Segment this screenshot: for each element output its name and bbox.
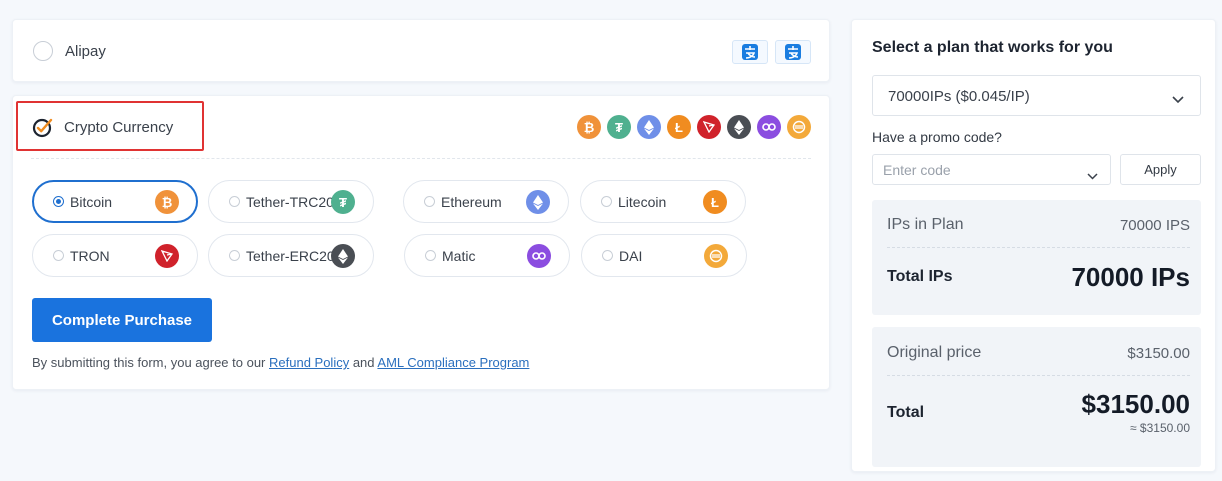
total-approx-value: ≈ $3150.00 xyxy=(1130,421,1190,435)
bitcoin-icon: ₿ xyxy=(155,190,179,214)
summary-divider xyxy=(887,375,1190,376)
ips-in-plan-label: IPs in Plan xyxy=(887,216,964,233)
promo-placeholder: Enter code xyxy=(883,162,951,178)
crypto-option-matic[interactable]: Matic xyxy=(404,234,570,277)
crypto-coin-icons: ₿ ₮ Ł xyxy=(577,115,811,139)
crypto-label: Crypto Currency xyxy=(64,119,174,136)
original-price-value: $3150.00 xyxy=(1127,345,1190,362)
dai-icon xyxy=(787,115,811,139)
litecoin-icon: Ł xyxy=(703,190,727,214)
tether-erc20-radio[interactable] xyxy=(229,250,240,261)
ethereum-icon xyxy=(637,115,661,139)
plan-select-value: 70000IPs ($0.045/IP) xyxy=(888,88,1030,105)
aml-compliance-link[interactable]: AML Compliance Program xyxy=(377,355,529,370)
apply-promo-button[interactable]: Apply xyxy=(1120,154,1201,185)
ethereum-icon xyxy=(526,190,550,214)
tron-radio[interactable] xyxy=(53,250,64,261)
tether-icon: ₮ xyxy=(607,115,631,139)
alipay-hk-icon xyxy=(775,40,811,64)
crypto-option-tron[interactable]: TRON xyxy=(32,234,198,277)
chevron-down-icon xyxy=(1172,91,1184,109)
terms-text: By submitting this form, you agree to ou… xyxy=(32,355,529,370)
alipay-option-card[interactable]: Alipay xyxy=(12,19,830,82)
crypto-option-dai[interactable]: DAI xyxy=(581,234,747,277)
option-label: Tether-ERC20 xyxy=(246,248,335,264)
ethereum-radio[interactable] xyxy=(424,196,435,207)
terms-prefix: By submitting this form, you agree to ou… xyxy=(32,355,269,370)
crypto-option-card: Crypto Currency ₿ ₮ Ł Bitcoin ₿ Tether-T… xyxy=(12,95,830,390)
crypto-option-litecoin[interactable]: Litecoin Ł xyxy=(580,180,746,223)
crypto-selected-check-icon[interactable] xyxy=(32,116,54,143)
ethereum-erc20-icon xyxy=(331,244,355,268)
crypto-divider xyxy=(31,158,811,159)
option-label: DAI xyxy=(619,248,643,264)
tron-icon xyxy=(697,115,721,139)
total-ips-value: 70000 IPs xyxy=(1071,262,1190,292)
option-label: Bitcoin xyxy=(70,194,113,210)
refund-policy-link[interactable]: Refund Policy xyxy=(269,355,349,370)
promo-code-input[interactable]: Enter code xyxy=(872,154,1111,185)
plan-select[interactable]: 70000IPs ($0.045/IP) xyxy=(872,75,1201,116)
original-price-label: Original price xyxy=(887,344,982,361)
option-label: Ethereum xyxy=(441,194,502,210)
option-label: Matic xyxy=(442,248,476,264)
ips-summary: IPs in Plan 70000 IPS Total IPs 70000 IP… xyxy=(872,200,1201,315)
bitcoin-icon: ₿ xyxy=(577,115,601,139)
tether-icon: ₮ xyxy=(331,190,355,214)
total-price-value: $3150.00 xyxy=(1081,389,1190,419)
crypto-option-tether-erc20[interactable]: Tether-ERC20 xyxy=(208,234,374,277)
chevron-down-icon xyxy=(1087,167,1098,185)
total-label: Total xyxy=(887,404,925,421)
dai-radio[interactable] xyxy=(602,250,613,261)
option-label: Litecoin xyxy=(618,194,667,210)
alipay-radio[interactable] xyxy=(33,41,53,61)
ethereum-erc20-icon xyxy=(727,115,751,139)
total-ips-label: Total IPs xyxy=(887,268,953,285)
alipay-label: Alipay xyxy=(65,43,106,60)
alipay-icon xyxy=(732,40,768,64)
dai-icon xyxy=(704,244,728,268)
litecoin-icon: Ł xyxy=(667,115,691,139)
plan-title: Select a plan that works for you xyxy=(872,39,1113,56)
matic-icon xyxy=(527,244,551,268)
tether-trc20-radio[interactable] xyxy=(229,196,240,207)
matic-radio[interactable] xyxy=(425,250,436,261)
crypto-option-ethereum[interactable]: Ethereum xyxy=(403,180,569,223)
litecoin-radio[interactable] xyxy=(601,196,612,207)
crypto-option-tether-trc20[interactable]: Tether-TRC20 ₮ xyxy=(208,180,374,223)
option-label: TRON xyxy=(70,248,110,264)
ips-in-plan-value: 70000 IPS xyxy=(1119,217,1190,234)
option-label: Tether-TRC20 xyxy=(246,194,334,210)
summary-divider xyxy=(887,247,1190,248)
complete-purchase-button[interactable]: Complete Purchase xyxy=(32,298,212,342)
plan-panel: Select a plan that works for you 70000IP… xyxy=(851,19,1216,472)
bitcoin-radio[interactable] xyxy=(53,196,64,207)
matic-icon xyxy=(757,115,781,139)
promo-label: Have a promo code? xyxy=(872,129,1002,145)
tron-icon xyxy=(155,244,179,268)
terms-and: and xyxy=(349,355,378,370)
price-summary: Original price $3150.00 Total $3150.00 ≈… xyxy=(872,327,1201,467)
crypto-option-bitcoin[interactable]: Bitcoin ₿ xyxy=(32,180,198,223)
